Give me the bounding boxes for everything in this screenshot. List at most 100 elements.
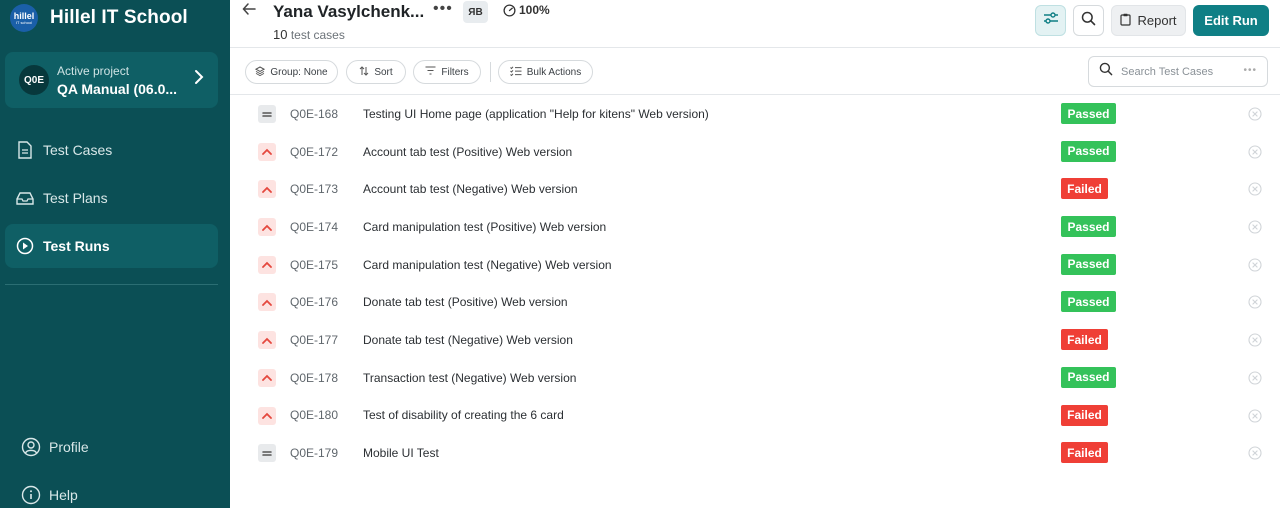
remove-circle-icon[interactable] [1248, 295, 1262, 309]
test-case-row[interactable]: Q0E-177 Donate tab test (Negative) Web ve… [230, 321, 1280, 359]
status-badge[interactable]: Passed [1061, 253, 1116, 275]
bulk-actions-button[interactable]: Bulk Actions [498, 60, 593, 84]
document-icon [15, 140, 35, 160]
test-case-row[interactable]: Q0E-174 Card manipulation test (Positive)… [230, 208, 1280, 246]
sidebar: hillel IT school Hillel IT School Q0E Ac… [0, 0, 230, 508]
nav-test-cases-label: Test Cases [43, 142, 113, 158]
nav-test-runs-label: Test Runs [43, 238, 110, 254]
status-badge[interactable]: Passed [1061, 140, 1116, 162]
nav-test-cases[interactable]: Test Cases [5, 128, 218, 172]
remove-circle-icon[interactable] [1248, 182, 1262, 196]
assignee-avatar: ЯВ [463, 1, 488, 23]
status-badge[interactable]: Failed [1061, 329, 1108, 351]
remove-circle-icon[interactable] [1248, 107, 1262, 121]
test-case-row[interactable]: Q0E-172 Account tab test (Positive) Web v… [230, 133, 1280, 171]
status-badge[interactable]: Failed [1061, 442, 1108, 464]
test-case-row[interactable]: Q0E-173 Account tab test (Negative) Web v… [230, 170, 1280, 208]
remove-circle-icon[interactable] [1248, 408, 1262, 423]
search-test-cases-input[interactable] [1121, 65, 1241, 78]
filters-button[interactable]: Filters [413, 60, 481, 84]
test-case-title[interactable]: Card manipulation test (Positive) Web ve… [363, 220, 606, 234]
test-case-title[interactable]: Card manipulation test (Negative) Web ve… [363, 258, 612, 272]
test-case-row[interactable]: Q0E-178 Transaction test (Negative) Web v… [230, 359, 1280, 397]
bulk-actions-label: Bulk Actions [526, 66, 582, 78]
test-case-title[interactable]: Testing UI Home page (application "Help … [363, 107, 709, 121]
test-case-title[interactable]: Account tab test (Positive) Web version [363, 145, 572, 159]
nav-test-plans[interactable]: Test Plans [5, 176, 218, 220]
test-case-list: Q0E-168 Testing UI Home page (application… [230, 95, 1280, 472]
search-button[interactable] [1073, 5, 1104, 36]
status-badge[interactable]: Passed [1061, 291, 1116, 313]
remove-circle-icon[interactable] [1248, 446, 1262, 460]
run-title: Yana Vasylchenk... [273, 2, 425, 21]
test-case-title[interactable]: Test of disability of creating the 6 car… [363, 408, 564, 422]
priority-high-icon [258, 142, 276, 161]
remove-circle-icon[interactable] [1248, 258, 1262, 272]
status-badge[interactable]: Passed [1061, 103, 1116, 124]
remove-circle-icon[interactable] [1248, 371, 1262, 385]
arrow-left-icon[interactable] [242, 2, 256, 21]
toolbar-divider [490, 62, 491, 82]
brand-logo-text: hillel [13, 10, 35, 21]
test-case-title[interactable]: Transaction test (Negative) Web version [363, 371, 576, 385]
test-case-row[interactable]: Q0E-175 Card manipulation test (Negative)… [230, 246, 1280, 284]
nav-profile[interactable]: Profile [5, 425, 218, 469]
run-progress-value: 100% [519, 3, 550, 17]
active-project-label: Active project [57, 63, 130, 78]
edit-run-button[interactable]: Edit Run [1193, 5, 1269, 36]
remove-circle-icon[interactable] [1248, 145, 1262, 159]
group-by-button[interactable]: Group: None [245, 60, 338, 84]
status-badge[interactable]: Passed [1061, 216, 1116, 238]
status-badge[interactable]: Failed [1061, 404, 1108, 426]
priority-high-icon [258, 331, 276, 350]
test-case-id: Q0E-174 [290, 219, 339, 234]
test-case-id: Q0E-168 [290, 106, 339, 121]
test-case-id: Q0E-178 [290, 370, 339, 385]
test-case-row[interactable]: Q0E-179 Mobile UI Test Failed [230, 434, 1280, 472]
report-button-label: Report [1137, 13, 1177, 28]
test-case-title[interactable]: Mobile UI Test [363, 446, 439, 460]
search-options-icon[interactable]: ••• [1243, 65, 1257, 76]
sort-label: Sort [374, 66, 393, 78]
priority-high-icon [258, 255, 276, 274]
sort-button[interactable]: Sort [346, 60, 406, 84]
brand[interactable]: hillel IT school Hillel IT School [10, 3, 188, 33]
search-icon [1099, 62, 1113, 81]
brand-logo: hillel IT school [10, 4, 38, 32]
remove-circle-icon[interactable] [1248, 220, 1262, 234]
status-badge[interactable]: Passed [1061, 366, 1116, 388]
test-case-count-suffix: test cases [290, 28, 345, 42]
run-header: Yana Vasylchenk... ••• ЯВ 100% 10 test c… [230, 0, 1280, 48]
test-case-id: Q0E-172 [290, 144, 339, 159]
search-icon [1081, 11, 1096, 31]
priority-high-icon [258, 406, 276, 425]
view-settings-button[interactable] [1035, 5, 1066, 36]
status-badge[interactable]: Failed [1061, 178, 1108, 200]
run-progress: 100% [503, 3, 550, 17]
progress-gauge-icon [503, 3, 516, 17]
chevron-right-icon [194, 69, 204, 90]
active-project-name: QA Manual (06.0... [57, 80, 178, 97]
search-test-cases[interactable]: ••• [1088, 56, 1268, 87]
list-toolbar: Group: None Sort Filters Bulk Actions ••… [230, 49, 1280, 95]
nav-help[interactable]: Help [5, 473, 218, 508]
test-case-row[interactable]: Q0E-176 Donate tab test (Positive) Web ve… [230, 283, 1280, 321]
test-case-row[interactable]: Q0E-168 Testing UI Home page (application… [230, 95, 1280, 133]
test-case-row[interactable]: Q0E-180 Test of disability of creating th… [230, 397, 1280, 435]
layers-icon [255, 65, 266, 79]
priority-normal-icon [258, 105, 276, 123]
active-project-switcher[interactable]: Q0E Active project QA Manual (06.0... [5, 52, 218, 108]
test-case-title[interactable]: Donate tab test (Negative) Web version [363, 333, 573, 347]
report-button[interactable]: Report [1111, 5, 1186, 36]
test-case-title[interactable]: Donate tab test (Positive) Web version [363, 295, 568, 309]
test-case-title[interactable]: Account tab test (Negative) Web version [363, 182, 578, 196]
nav-profile-label: Profile [49, 439, 89, 455]
test-case-id: Q0E-180 [290, 408, 339, 423]
more-options-icon[interactable]: ••• [433, 0, 453, 18]
remove-circle-icon[interactable] [1248, 333, 1262, 347]
play-circle-icon [15, 236, 35, 256]
brand-name: Hillel IT School [50, 7, 188, 28]
filter-lines-icon [425, 66, 436, 78]
nav-test-plans-label: Test Plans [43, 190, 108, 206]
nav-test-runs[interactable]: Test Runs [5, 224, 218, 268]
